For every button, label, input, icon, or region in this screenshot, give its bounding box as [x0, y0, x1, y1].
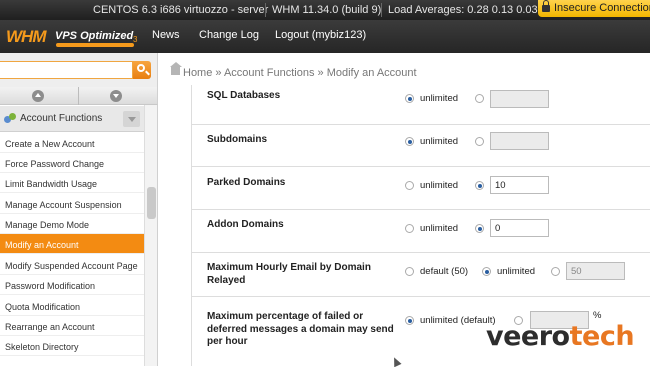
- sidebar-item-account-suspension[interactable]: Manage Account Suspension: [0, 194, 144, 214]
- sql-unlimited-radio[interactable]: [405, 94, 414, 103]
- sub-unlimited-radio[interactable]: [405, 137, 414, 146]
- home-icon[interactable]: [170, 62, 182, 75]
- nav-logout[interactable]: Logout (mybiz123): [275, 29, 366, 41]
- lock-icon: [542, 0, 550, 12]
- hourly-email-input[interactable]: 50: [566, 262, 625, 280]
- hourly-email-label: Maximum Hourly Email by Domain Relayed: [207, 262, 371, 286]
- breadcrumb-text[interactable]: Home » Account Functions » Modify an Acc…: [183, 67, 417, 79]
- logo-version: 3: [133, 35, 138, 44]
- watermark-part-b: tech: [569, 321, 635, 352]
- logo-whm: WHM: [6, 27, 46, 46]
- form-row-parked-domains: Parked Domains unlimited 10: [192, 167, 650, 210]
- sidebar-scrollbar[interactable]: [144, 105, 157, 366]
- parked-unlimited-label: unlimited: [420, 180, 459, 191]
- subdomains-input[interactable]: [490, 132, 549, 150]
- search-icon: [137, 64, 145, 72]
- email-custom-radio[interactable]: [551, 267, 560, 276]
- separator: [381, 3, 382, 17]
- addon-unlimited-label: unlimited: [420, 223, 459, 234]
- parked-unlimited-radio[interactable]: [405, 181, 414, 190]
- search-button[interactable]: [133, 61, 151, 79]
- addon-domains-label: Addon Domains: [207, 219, 284, 230]
- server-info-bar: CENTOS 6.3 i686 virtuozzo - server WHM 1…: [0, 0, 650, 20]
- percent-label: %: [593, 310, 602, 321]
- load-averages: Load Averages: 0.28 0.13 0.03: [388, 4, 538, 16]
- form-row-subdomains: Subdomains unlimited: [192, 125, 650, 167]
- sidebar-item-rearrange-account[interactable]: Rearrange an Account: [0, 316, 144, 336]
- parked-domains-input[interactable]: 10: [490, 176, 549, 194]
- nav-change-log[interactable]: Change Log: [199, 29, 259, 41]
- os-info: CENTOS 6.3 i686 virtuozzo - server: [93, 4, 269, 16]
- parked-custom-radio[interactable]: [475, 181, 484, 190]
- email-unlimited-radio[interactable]: [482, 267, 491, 276]
- addon-custom-radio[interactable]: [475, 224, 484, 233]
- scroll-up-icon[interactable]: [32, 90, 44, 102]
- nav-news[interactable]: News: [152, 29, 180, 41]
- form-row-sql-databases: SQL Databases unlimited: [192, 85, 650, 125]
- whm-logo[interactable]: WHM VPS Optimized 3: [6, 27, 141, 47]
- sql-databases-label: SQL Databases: [207, 90, 281, 101]
- logo-vps: VPS Optimized: [55, 30, 134, 42]
- email-default-radio[interactable]: [405, 267, 414, 276]
- insecure-label: Insecure Connection: [554, 2, 650, 14]
- email-unlimited-label: unlimited: [497, 266, 536, 277]
- sidebar-item-limit-bandwidth[interactable]: Limit Bandwidth Usage: [0, 173, 144, 193]
- sidebar-item-modify-suspended-page[interactable]: Modify Suspended Account Page: [0, 255, 144, 275]
- sidebar: Account Functions Create a New Account F…: [0, 105, 158, 366]
- sidebar-category-account-functions[interactable]: Account Functions: [0, 106, 144, 132]
- form-row-hourly-email: Maximum Hourly Email by Domain Relayed d…: [192, 253, 650, 297]
- separator: [265, 3, 266, 17]
- sidebar-item-create-account[interactable]: Create a New Account: [0, 133, 144, 153]
- search-input[interactable]: [0, 61, 133, 79]
- insecure-connection-badge[interactable]: Insecure Connection: [538, 0, 650, 17]
- sub-custom-radio[interactable]: [475, 137, 484, 146]
- sql-custom-radio[interactable]: [475, 94, 484, 103]
- failed-default-radio[interactable]: [405, 316, 414, 325]
- logo-swoosh: [56, 43, 134, 47]
- parked-domains-label: Parked Domains: [207, 177, 286, 188]
- sidebar-item-force-password-change[interactable]: Force Password Change: [0, 153, 144, 173]
- watermark-part-a: veero: [486, 321, 570, 352]
- sidebar-scroll-arrows: [0, 87, 158, 105]
- sql-databases-input[interactable]: [490, 90, 549, 108]
- chevron-down-icon[interactable]: [123, 111, 140, 127]
- sidebar-item-demo-mode[interactable]: Manage Demo Mode: [0, 214, 144, 234]
- sub-unlimited-label: unlimited: [420, 136, 459, 147]
- failed-messages-label: Maximum percentage of failed or deferred…: [207, 311, 394, 347]
- category-label: Account Functions: [20, 113, 103, 124]
- subdomains-label: Subdomains: [207, 134, 268, 145]
- main-navbar: WHM VPS Optimized 3 News Change Log Logo…: [0, 20, 650, 53]
- failed-default-label: unlimited (default): [420, 315, 496, 326]
- veerotech-watermark: veerotech: [486, 321, 635, 352]
- scroll-down-icon[interactable]: [110, 90, 122, 102]
- users-icon: [4, 113, 16, 124]
- sidebar-item-modify-account[interactable]: Modify an Account: [0, 234, 144, 254]
- sidebar-scroll-thumb[interactable]: [147, 187, 156, 219]
- sidebar-item-password-modification[interactable]: Password Modification: [0, 275, 144, 295]
- email-default-label: default (50): [420, 266, 469, 277]
- divider: [78, 87, 79, 105]
- whm-version: WHM 11.34.0 (build 9): [272, 4, 382, 16]
- form-row-addon-domains: Addon Domains unlimited 0: [192, 210, 650, 253]
- sql-unlimited-label: unlimited: [420, 93, 459, 104]
- breadcrumb: Home » Account Functions » Modify an Acc…: [159, 61, 650, 85]
- sidebar-item-quota-modification[interactable]: Quota Modification: [0, 296, 144, 316]
- addon-domains-input[interactable]: 0: [490, 219, 549, 237]
- sidebar-item-skeleton-directory[interactable]: Skeleton Directory: [0, 336, 144, 356]
- addon-unlimited-radio[interactable]: [405, 224, 414, 233]
